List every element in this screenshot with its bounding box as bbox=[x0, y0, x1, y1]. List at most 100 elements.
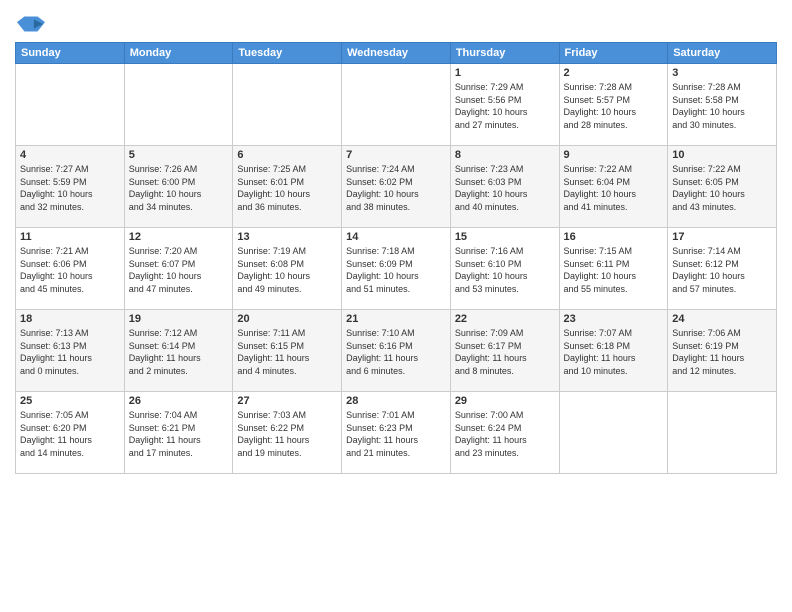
day-number: 11 bbox=[20, 231, 120, 243]
weekday-header-tuesday: Tuesday bbox=[233, 43, 342, 64]
day-info: Sunrise: 7:04 AM Sunset: 6:21 PM Dayligh… bbox=[129, 409, 229, 459]
day-number: 19 bbox=[129, 313, 229, 325]
logo-icon bbox=[17, 14, 45, 34]
day-info: Sunrise: 7:28 AM Sunset: 5:58 PM Dayligh… bbox=[672, 81, 772, 131]
day-number: 18 bbox=[20, 313, 120, 325]
day-info: Sunrise: 7:18 AM Sunset: 6:09 PM Dayligh… bbox=[346, 245, 446, 295]
day-info: Sunrise: 7:01 AM Sunset: 6:23 PM Dayligh… bbox=[346, 409, 446, 459]
calendar-cell bbox=[124, 64, 233, 146]
calendar-cell: 10 Sunrise: 7:22 AM Sunset: 6:05 PM Dayli… bbox=[668, 146, 777, 228]
calendar-cell: 11Sunrise: 7:21 AM Sunset: 6:06 PM Dayli… bbox=[16, 228, 125, 310]
weekday-header-monday: Monday bbox=[124, 43, 233, 64]
calendar-cell: 1 Sunrise: 7:29 AM Sunset: 5:56 PM Daylig… bbox=[450, 64, 559, 146]
calendar-cell bbox=[16, 64, 125, 146]
calendar-cell: 12 Sunrise: 7:20 AM Sunset: 6:07 PM Dayli… bbox=[124, 228, 233, 310]
calendar-cell: 4 Sunrise: 7:27 AM Sunset: 5:59 PM Daylig… bbox=[16, 146, 125, 228]
weekday-header-saturday: Saturday bbox=[668, 43, 777, 64]
weekday-header-wednesday: Wednesday bbox=[342, 43, 451, 64]
calendar-cell: 3 Sunrise: 7:28 AM Sunset: 5:58 PM Daylig… bbox=[668, 64, 777, 146]
day-number: 12 bbox=[129, 231, 229, 243]
day-info: Sunrise: 7:22 AM Sunset: 6:05 PM Dayligh… bbox=[672, 163, 772, 213]
calendar-cell: 15 Sunrise: 7:16 AM Sunset: 6:10 PM Dayli… bbox=[450, 228, 559, 310]
day-number: 26 bbox=[129, 395, 229, 407]
calendar-week-4: 18 Sunrise: 7:13 AM Sunset: 6:13 PM Dayli… bbox=[16, 310, 777, 392]
day-number: 23 bbox=[564, 313, 664, 325]
calendar-cell bbox=[559, 392, 668, 474]
calendar-cell: 29 Sunrise: 7:00 AM Sunset: 6:24 PM Dayli… bbox=[450, 392, 559, 474]
day-info: Sunrise: 7:25 AM Sunset: 6:01 PM Dayligh… bbox=[237, 163, 337, 213]
day-info: Sunrise: 7:03 AM Sunset: 6:22 PM Dayligh… bbox=[237, 409, 337, 459]
logo bbox=[15, 14, 45, 34]
calendar-cell: 9 Sunrise: 7:22 AM Sunset: 6:04 PM Daylig… bbox=[559, 146, 668, 228]
day-number: 24 bbox=[672, 313, 772, 325]
calendar-cell: 8 Sunrise: 7:23 AM Sunset: 6:03 PM Daylig… bbox=[450, 146, 559, 228]
day-info: Sunrise: 7:23 AM Sunset: 6:03 PM Dayligh… bbox=[455, 163, 555, 213]
day-number: 6 bbox=[237, 149, 337, 161]
day-info: Sunrise: 7:11 AM Sunset: 6:15 PM Dayligh… bbox=[237, 327, 337, 377]
calendar-cell: 23 Sunrise: 7:07 AM Sunset: 6:18 PM Dayli… bbox=[559, 310, 668, 392]
day-number: 4 bbox=[20, 149, 120, 161]
day-number: 25 bbox=[20, 395, 120, 407]
day-number: 15 bbox=[455, 231, 555, 243]
day-info: Sunrise: 7:16 AM Sunset: 6:10 PM Dayligh… bbox=[455, 245, 555, 295]
weekday-header-row: SundayMondayTuesdayWednesdayThursdayFrid… bbox=[16, 43, 777, 64]
day-number: 16 bbox=[564, 231, 664, 243]
day-info: Sunrise: 7:00 AM Sunset: 6:24 PM Dayligh… bbox=[455, 409, 555, 459]
day-info: Sunrise: 7:10 AM Sunset: 6:16 PM Dayligh… bbox=[346, 327, 446, 377]
day-info: Sunrise: 7:05 AM Sunset: 6:20 PM Dayligh… bbox=[20, 409, 120, 459]
weekday-header-sunday: Sunday bbox=[16, 43, 125, 64]
page-container: SundayMondayTuesdayWednesdayThursdayFrid… bbox=[0, 0, 792, 612]
calendar-cell: 13Sunrise: 7:19 AM Sunset: 6:08 PM Dayli… bbox=[233, 228, 342, 310]
day-number: 17 bbox=[672, 231, 772, 243]
calendar-week-3: 11Sunrise: 7:21 AM Sunset: 6:06 PM Dayli… bbox=[16, 228, 777, 310]
calendar-cell: 7 Sunrise: 7:24 AM Sunset: 6:02 PM Daylig… bbox=[342, 146, 451, 228]
calendar-cell: 19 Sunrise: 7:12 AM Sunset: 6:14 PM Dayli… bbox=[124, 310, 233, 392]
day-info: Sunrise: 7:07 AM Sunset: 6:18 PM Dayligh… bbox=[564, 327, 664, 377]
calendar-cell: 17 Sunrise: 7:14 AM Sunset: 6:12 PM Dayli… bbox=[668, 228, 777, 310]
day-number: 29 bbox=[455, 395, 555, 407]
day-number: 28 bbox=[346, 395, 446, 407]
logo-text bbox=[15, 14, 45, 34]
calendar-cell bbox=[342, 64, 451, 146]
day-info: Sunrise: 7:06 AM Sunset: 6:19 PM Dayligh… bbox=[672, 327, 772, 377]
day-info: Sunrise: 7:20 AM Sunset: 6:07 PM Dayligh… bbox=[129, 245, 229, 295]
day-info: Sunrise: 7:24 AM Sunset: 6:02 PM Dayligh… bbox=[346, 163, 446, 213]
weekday-header-thursday: Thursday bbox=[450, 43, 559, 64]
day-info: Sunrise: 7:14 AM Sunset: 6:12 PM Dayligh… bbox=[672, 245, 772, 295]
day-info: Sunrise: 7:29 AM Sunset: 5:56 PM Dayligh… bbox=[455, 81, 555, 131]
day-info: Sunrise: 7:22 AM Sunset: 6:04 PM Dayligh… bbox=[564, 163, 664, 213]
calendar-cell: 24 Sunrise: 7:06 AM Sunset: 6:19 PM Dayli… bbox=[668, 310, 777, 392]
day-number: 7 bbox=[346, 149, 446, 161]
day-info: Sunrise: 7:28 AM Sunset: 5:57 PM Dayligh… bbox=[564, 81, 664, 131]
day-number: 8 bbox=[455, 149, 555, 161]
calendar-cell bbox=[668, 392, 777, 474]
calendar-cell: 18 Sunrise: 7:13 AM Sunset: 6:13 PM Dayli… bbox=[16, 310, 125, 392]
day-number: 22 bbox=[455, 313, 555, 325]
calendar-cell: 26 Sunrise: 7:04 AM Sunset: 6:21 PM Dayli… bbox=[124, 392, 233, 474]
calendar-cell: 21 Sunrise: 7:10 AM Sunset: 6:16 PM Dayli… bbox=[342, 310, 451, 392]
calendar-week-2: 4 Sunrise: 7:27 AM Sunset: 5:59 PM Daylig… bbox=[16, 146, 777, 228]
day-number: 3 bbox=[672, 67, 772, 79]
calendar-cell: 2 Sunrise: 7:28 AM Sunset: 5:57 PM Daylig… bbox=[559, 64, 668, 146]
day-info: Sunrise: 7:27 AM Sunset: 5:59 PM Dayligh… bbox=[20, 163, 120, 213]
day-info: Sunrise: 7:26 AM Sunset: 6:00 PM Dayligh… bbox=[129, 163, 229, 213]
day-number: 13 bbox=[237, 231, 337, 243]
day-number: 14 bbox=[346, 231, 446, 243]
header bbox=[15, 10, 777, 34]
day-number: 10 bbox=[672, 149, 772, 161]
calendar-cell: 28 Sunrise: 7:01 AM Sunset: 6:23 PM Dayli… bbox=[342, 392, 451, 474]
day-number: 27 bbox=[237, 395, 337, 407]
day-number: 5 bbox=[129, 149, 229, 161]
calendar-week-1: 1 Sunrise: 7:29 AM Sunset: 5:56 PM Daylig… bbox=[16, 64, 777, 146]
weekday-header-friday: Friday bbox=[559, 43, 668, 64]
day-number: 2 bbox=[564, 67, 664, 79]
day-info: Sunrise: 7:13 AM Sunset: 6:13 PM Dayligh… bbox=[20, 327, 120, 377]
calendar-cell: 25 Sunrise: 7:05 AM Sunset: 6:20 PM Dayli… bbox=[16, 392, 125, 474]
day-number: 1 bbox=[455, 67, 555, 79]
calendar-cell: 20Sunrise: 7:11 AM Sunset: 6:15 PM Dayli… bbox=[233, 310, 342, 392]
day-info: Sunrise: 7:12 AM Sunset: 6:14 PM Dayligh… bbox=[129, 327, 229, 377]
day-number: 21 bbox=[346, 313, 446, 325]
calendar-cell: 6 Sunrise: 7:25 AM Sunset: 6:01 PM Daylig… bbox=[233, 146, 342, 228]
calendar-cell: 5 Sunrise: 7:26 AM Sunset: 6:00 PM Daylig… bbox=[124, 146, 233, 228]
day-number: 9 bbox=[564, 149, 664, 161]
